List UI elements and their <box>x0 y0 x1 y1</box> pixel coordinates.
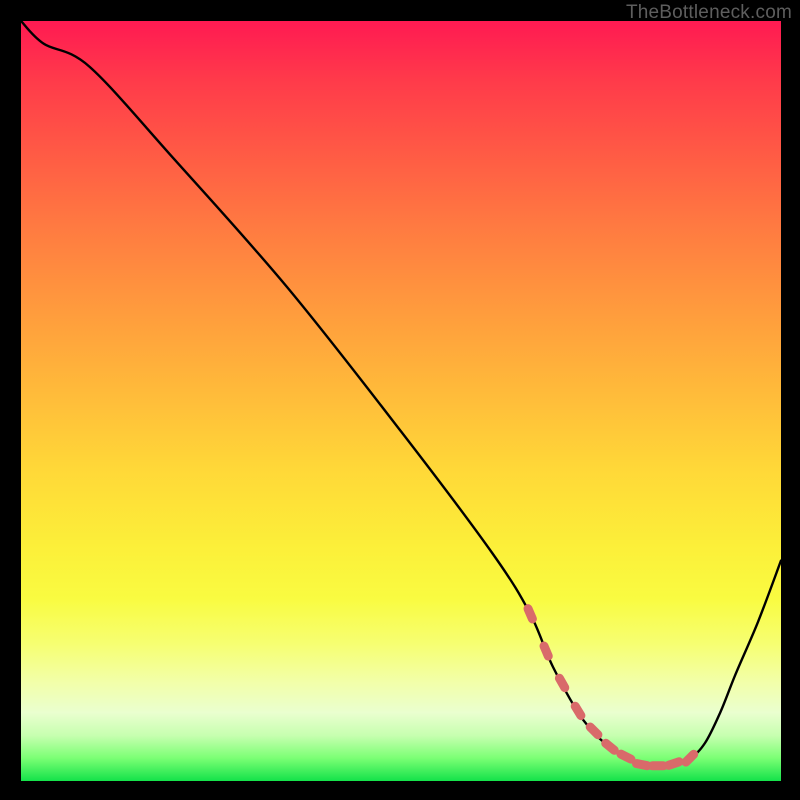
plot-area <box>21 21 781 781</box>
chart-stage: TheBottleneck.com <box>0 0 800 800</box>
bottleneck-curve <box>21 21 781 767</box>
curve-layer <box>21 21 781 781</box>
highlight-dashes <box>528 609 694 766</box>
